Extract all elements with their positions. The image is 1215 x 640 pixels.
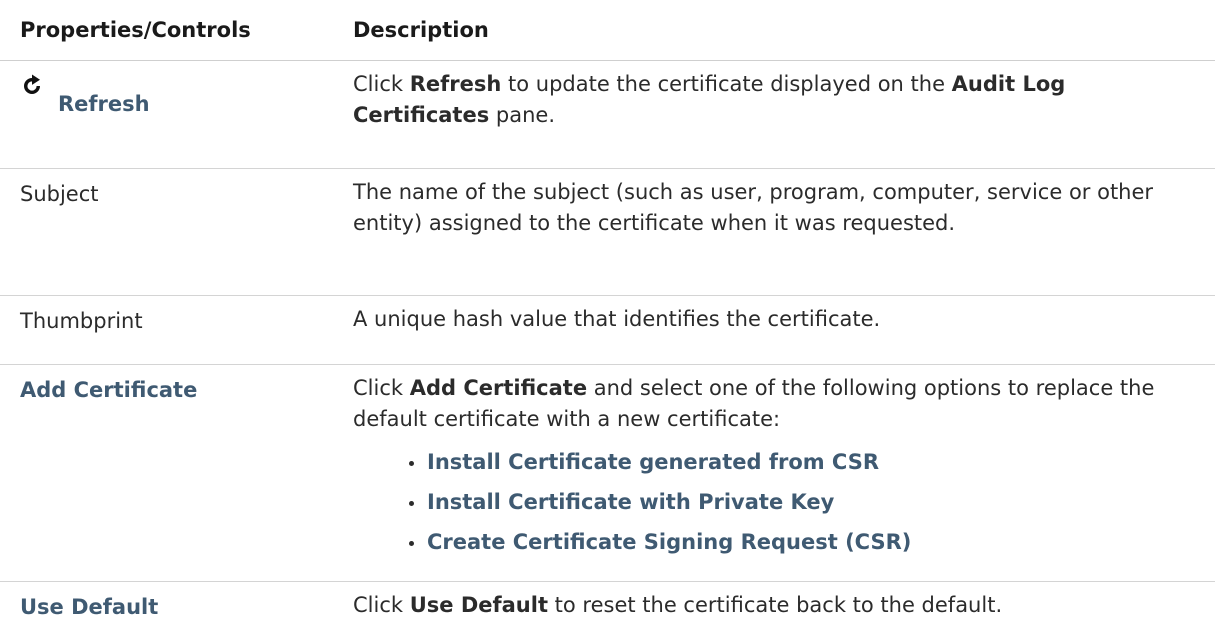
add-certificate-description: Click Add Certificate and select one of …: [353, 373, 1207, 435]
add-certificate-control[interactable]: Add Certificate: [20, 378, 197, 402]
property-cell-thumbprint: Thumbprint: [0, 296, 333, 365]
description-cell-add-certificate: Click Add Certificate and select one of …: [333, 365, 1215, 582]
option-install-from-csr[interactable]: Install Certificate generated from CSR: [409, 442, 1207, 482]
option-create-csr[interactable]: Create Certificate Signing Request (CSR): [409, 522, 1207, 562]
description-cell-refresh: Click Refresh to update the certificate …: [333, 61, 1215, 169]
description-text: pane.: [489, 103, 555, 127]
add-certificate-term: Add Certificate: [410, 376, 587, 400]
table-row-subject: Subject The name of the subject (such as…: [0, 169, 1215, 296]
description-cell-use-default: Click Use Default to reset the certifica…: [333, 582, 1215, 640]
properties-table: Properties/Controls Description Refresh …: [0, 0, 1215, 640]
description-text: Click: [353, 72, 410, 96]
description-text: Click: [353, 376, 410, 400]
refresh-label[interactable]: Refresh: [58, 89, 150, 120]
property-cell-add-certificate: Add Certificate: [0, 365, 333, 582]
option-install-with-private-key[interactable]: Install Certificate with Private Key: [409, 482, 1207, 522]
refresh-icon[interactable]: [20, 74, 44, 98]
table-row-add-certificate: Add Certificate Click Add Certificate an…: [0, 365, 1215, 582]
description-cell-thumbprint: A unique hash value that identifies the …: [333, 296, 1215, 365]
refresh-control[interactable]: Refresh: [20, 71, 325, 120]
use-default-control[interactable]: Use Default: [20, 595, 158, 619]
description-cell-subject: The name of the subject (such as user, p…: [333, 169, 1215, 296]
column-header-properties: Properties/Controls: [0, 0, 333, 61]
table-row-thumbprint: Thumbprint A unique hash value that iden…: [0, 296, 1215, 365]
table-header-row: Properties/Controls Description: [0, 0, 1215, 61]
property-cell-use-default: Use Default: [0, 582, 333, 640]
certificate-options-list: Install Certificate generated from CSR I…: [353, 442, 1207, 562]
property-cell-subject: Subject: [0, 169, 333, 296]
column-header-description: Description: [333, 0, 1215, 61]
description-text: to update the certificate displayed on t…: [501, 72, 951, 96]
table-row-refresh: Refresh Click Refresh to update the cert…: [0, 61, 1215, 169]
refresh-term: Refresh: [410, 72, 502, 96]
property-cell-refresh: Refresh: [0, 61, 333, 169]
table-row-use-default: Use Default Click Use Default to reset t…: [0, 582, 1215, 640]
